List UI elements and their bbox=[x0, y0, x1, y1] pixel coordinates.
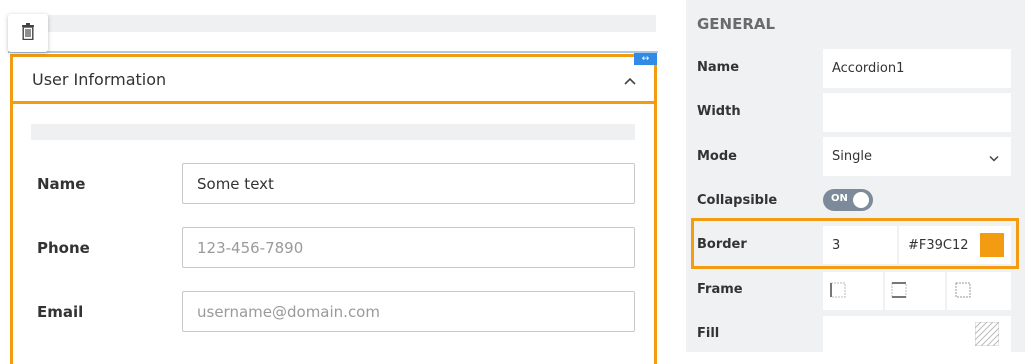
frame-option-left[interactable] bbox=[823, 272, 883, 310]
border-color-swatch[interactable] bbox=[980, 233, 1004, 257]
border-color-input[interactable]: #F39C12 bbox=[899, 226, 1011, 264]
hatch-icon bbox=[974, 321, 1000, 350]
name-prop-label: Name bbox=[697, 60, 740, 75]
name-field[interactable]: Some text bbox=[182, 163, 635, 204]
phone-field[interactable]: 123-456-7890 bbox=[182, 227, 635, 268]
phone-label: Phone bbox=[37, 239, 90, 257]
frame-top-bottom-icon bbox=[891, 282, 907, 302]
mode-prop-label: Mode bbox=[697, 149, 737, 164]
width-prop-label: Width bbox=[697, 104, 741, 119]
frame-left-icon bbox=[830, 282, 846, 302]
border-color-value: #F39C12 bbox=[908, 237, 969, 253]
toggle-state: ON bbox=[831, 193, 848, 204]
mode-select-value: Single bbox=[832, 149, 872, 164]
section-title: GENERAL bbox=[697, 15, 776, 33]
collapsible-prop-label: Collapsible bbox=[697, 193, 778, 208]
frame-option-none[interactable] bbox=[947, 272, 1011, 310]
chevron-down-icon bbox=[989, 151, 999, 166]
width-prop-input[interactable] bbox=[823, 93, 1011, 132]
email-field[interactable]: username@domain.com bbox=[182, 291, 635, 332]
frame-option-top-bottom[interactable] bbox=[885, 272, 945, 310]
border-prop-label: Border bbox=[697, 237, 747, 252]
design-canvas[interactable]: ↔ User Information Name Some text Phone … bbox=[0, 0, 685, 364]
email-label: Email bbox=[37, 303, 84, 321]
chevron-up-icon[interactable] bbox=[623, 71, 637, 90]
accordion-content-bar bbox=[31, 124, 635, 140]
fill-prop-label: Fill bbox=[697, 326, 720, 341]
collapsible-toggle[interactable]: ON bbox=[823, 189, 873, 211]
trash-icon bbox=[21, 22, 35, 44]
placeholder-bar bbox=[20, 15, 656, 32]
name-label: Name bbox=[37, 175, 86, 193]
mode-select[interactable]: Single bbox=[823, 137, 1011, 176]
frame-none-icon bbox=[955, 282, 971, 302]
properties-panel: GENERAL Name Accordion1 Width Mode Singl… bbox=[686, 0, 1025, 352]
selection-outline bbox=[8, 51, 658, 53]
accordion-title: User Information bbox=[32, 70, 167, 89]
toggle-knob bbox=[853, 192, 869, 208]
resize-horizontal-icon[interactable]: ↔ bbox=[634, 53, 657, 65]
frame-prop-label: Frame bbox=[697, 282, 743, 297]
border-width-input[interactable]: 3 bbox=[823, 226, 897, 264]
name-prop-input[interactable]: Accordion1 bbox=[823, 49, 1011, 88]
accordion-header[interactable]: User Information bbox=[13, 57, 654, 104]
delete-button[interactable] bbox=[8, 14, 48, 52]
fill-picker[interactable] bbox=[823, 316, 1011, 352]
